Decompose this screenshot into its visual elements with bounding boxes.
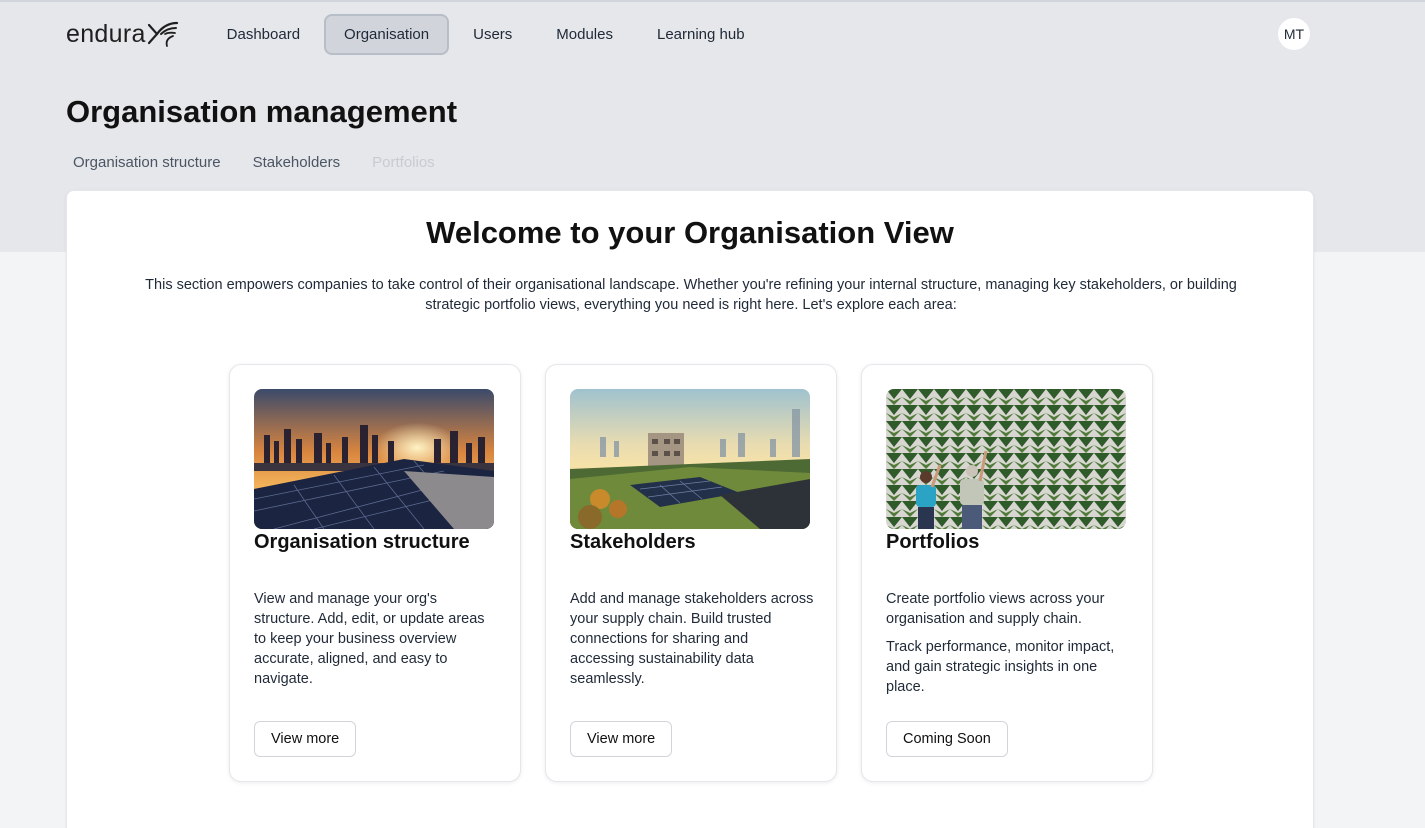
solar-panels-city-sunset-image bbox=[254, 389, 494, 529]
green-wall-people-image bbox=[886, 389, 1126, 529]
nav-learning-hub[interactable]: Learning hub bbox=[637, 14, 765, 55]
brand-logo[interactable]: endura bbox=[66, 14, 179, 54]
nav-modules[interactable]: Modules bbox=[536, 14, 633, 55]
intro-line-1: This section empowers companies to take … bbox=[145, 277, 1237, 293]
intro-line-2: strategic portfolio views, everything yo… bbox=[425, 297, 957, 313]
coming-soon-button[interactable]: Coming Soon bbox=[886, 721, 1008, 757]
brand-mark-icon bbox=[147, 21, 178, 47]
page-title: Organisation management bbox=[66, 94, 458, 129]
welcome-intro: This section empowers companies to take … bbox=[117, 275, 1265, 315]
welcome-panel: Welcome to your Organisation View This s… bbox=[66, 190, 1314, 828]
feature-cards: Organisation structure View and manage y… bbox=[229, 364, 1177, 782]
welcome-title: Welcome to your Organisation View bbox=[426, 215, 954, 250]
card-description-text-2: Track performance, monitor impact, and g… bbox=[886, 639, 1115, 695]
subnav-portfolios: Portfolios bbox=[372, 154, 435, 171]
nav-organisation[interactable]: Organisation bbox=[324, 13, 450, 55]
green-roof-solar-city-image bbox=[570, 389, 810, 529]
user-avatar[interactable]: MT bbox=[1278, 18, 1310, 50]
card-portfolios: Portfolios Create portfolio views across… bbox=[861, 364, 1153, 782]
card-description-text: View and manage your org's structure. Ad… bbox=[254, 591, 485, 687]
card-description: View and manage your org's structure. Ad… bbox=[254, 589, 498, 689]
subnav-organisation-structure[interactable]: Organisation structure bbox=[73, 154, 221, 171]
card-title: Stakeholders bbox=[570, 531, 696, 553]
brand-name: endura bbox=[66, 19, 146, 48]
card-title: Portfolios bbox=[886, 531, 980, 553]
nav-dashboard[interactable]: Dashboard bbox=[207, 14, 320, 55]
nav-users[interactable]: Users bbox=[453, 14, 532, 55]
top-nav: endura Dashboard Organisation Users Modu… bbox=[66, 13, 769, 55]
card-description: Create portfolio views across your organ… bbox=[886, 589, 1130, 697]
card-stakeholders: Stakeholders Add and manage stakeholders… bbox=[545, 364, 837, 782]
card-description: Add and manage stakeholders across your … bbox=[570, 589, 814, 689]
view-more-button[interactable]: View more bbox=[254, 721, 357, 757]
card-title: Organisation structure bbox=[254, 531, 470, 553]
card-organisation-structure: Organisation structure View and manage y… bbox=[229, 364, 521, 782]
card-description-text: Add and manage stakeholders across your … bbox=[570, 591, 814, 687]
view-more-button[interactable]: View more bbox=[570, 721, 673, 757]
card-description-text: Create portfolio views across your organ… bbox=[886, 591, 1105, 627]
sub-nav: Organisation structure Stakeholders Port… bbox=[73, 154, 467, 171]
nav-links: Dashboard Organisation Users Modules Lea… bbox=[207, 13, 769, 55]
subnav-stakeholders[interactable]: Stakeholders bbox=[253, 154, 341, 171]
